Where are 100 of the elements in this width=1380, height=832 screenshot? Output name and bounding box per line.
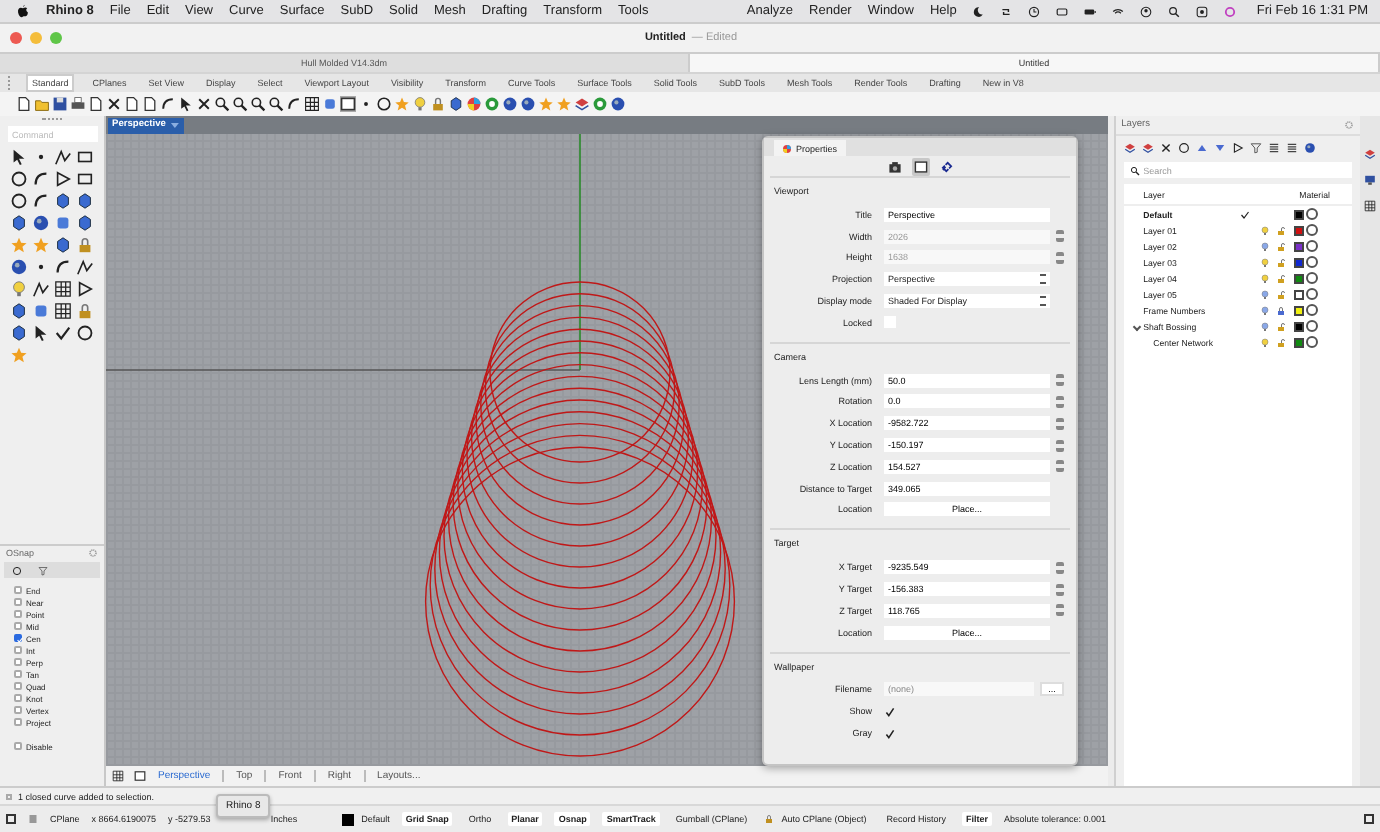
- check-icon[interactable]: [54, 324, 72, 342]
- layers-icon[interactable]: [1364, 148, 1377, 160]
- grid-icon[interactable]: [304, 96, 320, 112]
- star-icon[interactable]: [10, 236, 28, 254]
- lock-icon[interactable]: [76, 236, 94, 254]
- search-icon[interactable]: [1168, 5, 1181, 17]
- checkbox[interactable]: [14, 742, 22, 750]
- color-swatch[interactable]: [1293, 289, 1304, 299]
- triangle-icon[interactable]: [76, 280, 94, 298]
- checkbox[interactable]: [884, 727, 896, 740]
- bulb-icon[interactable]: [412, 96, 428, 112]
- checkbox[interactable]: [14, 634, 22, 642]
- magnifier-icon[interactable]: [250, 96, 266, 112]
- magnifier-icon[interactable]: [268, 96, 284, 112]
- circle-icon[interactable]: [376, 96, 392, 112]
- page-icon[interactable]: [88, 96, 104, 112]
- user-icon[interactable]: [1140, 5, 1153, 17]
- card-icon[interactable]: [1056, 5, 1069, 17]
- lock-icon[interactable]: [1276, 289, 1287, 299]
- circle-icon[interactable]: [10, 170, 28, 188]
- material-circle[interactable]: [1305, 320, 1318, 332]
- checkbox[interactable]: [14, 658, 22, 666]
- cube-icon[interactable]: [10, 214, 28, 232]
- lock-icon[interactable]: [1276, 241, 1287, 251]
- printer-icon[interactable]: [70, 96, 86, 112]
- circle-icon[interactable]: [76, 324, 94, 342]
- cursor-icon[interactable]: [10, 148, 28, 166]
- sphere-icon[interactable]: [32, 214, 50, 232]
- cube-icon[interactable]: [448, 96, 464, 112]
- lock-icon[interactable]: [1276, 321, 1287, 331]
- caret-icon[interactable]: [169, 120, 180, 130]
- checkbox[interactable]: [14, 622, 22, 630]
- lightbulb-icon[interactable]: [1260, 289, 1271, 299]
- color-swatch[interactable]: [1293, 321, 1304, 331]
- lock-icon[interactable]: [1276, 273, 1287, 283]
- checkbox[interactable]: [884, 705, 896, 718]
- down-icon[interactable]: [1213, 142, 1226, 154]
- cross-icon[interactable]: [106, 96, 122, 112]
- lock-icon[interactable]: [76, 302, 94, 320]
- monitor-icon[interactable]: [1364, 174, 1377, 186]
- layer-swatch[interactable]: [341, 813, 354, 825]
- polyline-icon[interactable]: [32, 280, 50, 298]
- star-icon[interactable]: [32, 236, 50, 254]
- checkbox[interactable]: [14, 670, 22, 678]
- sphere-icon[interactable]: [10, 258, 28, 276]
- material-circle[interactable]: [1305, 288, 1318, 300]
- arc-icon[interactable]: [54, 258, 72, 276]
- cylinder-icon[interactable]: [54, 214, 72, 232]
- wheel-icon[interactable]: [466, 96, 482, 112]
- view-button[interactable]: [885, 157, 903, 175]
- layers-icon[interactable]: [574, 96, 590, 112]
- lightbulb-icon[interactable]: [1260, 241, 1271, 251]
- panel-toggle-icon[interactable]: [1364, 814, 1374, 824]
- material-circle[interactable]: [1305, 240, 1318, 252]
- lock-icon[interactable]: [1276, 225, 1287, 235]
- triangle-icon[interactable]: [1231, 142, 1244, 154]
- lock-icon[interactable]: [430, 96, 446, 112]
- ring-icon[interactable]: [1224, 5, 1237, 17]
- color-swatch[interactable]: [1293, 257, 1304, 267]
- material-circle[interactable]: [1305, 224, 1318, 236]
- ball-icon[interactable]: [592, 96, 608, 112]
- bulb-icon[interactable]: [10, 280, 28, 298]
- apple-logo-icon[interactable]: [16, 4, 30, 18]
- cylinder-icon[interactable]: [322, 96, 338, 112]
- view-button[interactable]: [937, 157, 955, 175]
- grid-icon[interactable]: [54, 280, 72, 298]
- lock-icon[interactable]: [1276, 305, 1287, 315]
- lock-icon[interactable]: [763, 814, 774, 824]
- grid-icon[interactable]: [54, 302, 72, 320]
- grid-icon[interactable]: [1364, 200, 1377, 212]
- color-swatch[interactable]: [1293, 305, 1304, 315]
- up-icon[interactable]: [1195, 142, 1208, 154]
- checkbox[interactable]: [14, 694, 22, 702]
- frame-icon[interactable]: [134, 770, 146, 782]
- checkbox[interactable]: [14, 718, 22, 726]
- checkbox[interactable]: [14, 646, 22, 654]
- grip-handle[interactable]: [42, 118, 62, 122]
- arc-icon[interactable]: [286, 96, 302, 112]
- panel-toggle-icon[interactable]: [6, 814, 16, 824]
- star-icon[interactable]: [538, 96, 554, 112]
- material-circle[interactable]: [1305, 304, 1318, 316]
- triangle-icon[interactable]: [54, 170, 72, 188]
- view-button[interactable]: [911, 157, 929, 175]
- layers-icon[interactable]: [1123, 142, 1136, 154]
- grip-handle[interactable]: [6, 793, 12, 799]
- cursor-icon[interactable]: [32, 324, 50, 342]
- lightbulb-icon[interactable]: [1260, 337, 1271, 347]
- magnifier-icon[interactable]: [232, 96, 248, 112]
- color-swatch[interactable]: [1293, 337, 1304, 347]
- layers-icon[interactable]: [1141, 142, 1154, 154]
- star-icon[interactable]: [556, 96, 572, 112]
- folder-icon[interactable]: [34, 96, 50, 112]
- funnel-icon[interactable]: [38, 565, 48, 575]
- lightbulb-icon[interactable]: [1260, 225, 1271, 235]
- lightbulb-icon[interactable]: [1260, 321, 1271, 331]
- grid-icon[interactable]: [112, 770, 124, 782]
- material-circle[interactable]: [1305, 336, 1318, 348]
- star-icon[interactable]: [394, 96, 410, 112]
- wifi-icon[interactable]: [1112, 5, 1125, 17]
- ball-icon[interactable]: [484, 96, 500, 112]
